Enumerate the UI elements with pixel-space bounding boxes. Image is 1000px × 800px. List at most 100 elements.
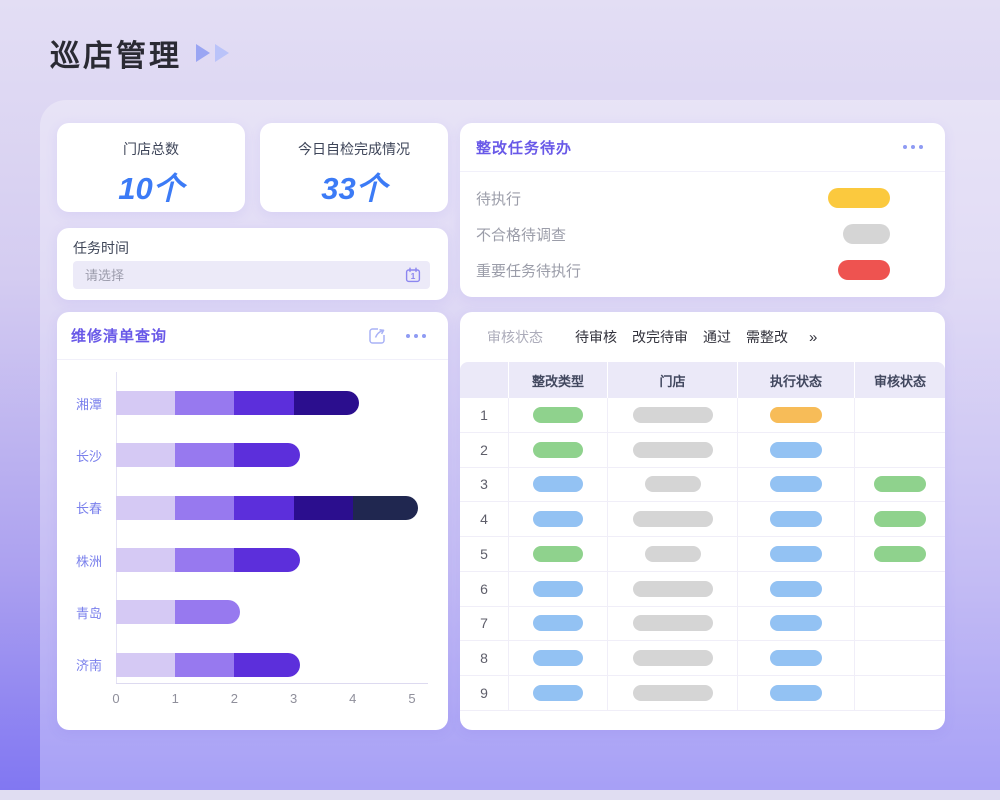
chart-segment [116,600,175,624]
exec-status-pill [770,546,822,562]
chart-bar-row: 长沙 [57,429,448,481]
chart-bar [116,496,418,520]
table-cell [509,398,608,432]
row-number-cell: 8 [460,641,509,675]
review-status-card: 审核状态 待审核改完待审通过需整改 » 整改类型门店执行状态审核状态 12345… [460,312,945,730]
store-pill [633,581,713,597]
table-cell [738,641,855,675]
todo-item-label: 重要任务待执行 [476,260,581,281]
chart-category-label: 济南 [57,655,102,674]
repair-list-title: 维修清单查询 [71,325,167,346]
chart-category-label: 湘潭 [57,394,102,413]
table-row[interactable]: 2 [460,433,945,468]
table-cell [509,572,608,606]
table-cell [738,537,855,571]
type-pill [533,511,583,527]
tab-item[interactable]: 需整改 [746,327,788,347]
table-row[interactable]: 7 [460,607,945,642]
chart-segment [175,443,234,467]
calendar-icon[interactable]: 1 [404,266,422,284]
chart-segment [294,496,353,520]
chart-segment [234,496,293,520]
table-row[interactable]: 8 [460,641,945,676]
table-cell [855,676,945,710]
ellipsis-icon[interactable] [903,145,923,149]
store-pill [633,615,713,631]
table-row[interactable]: 6 [460,572,945,607]
share-icon[interactable] [366,325,388,347]
chart-segment [116,653,175,677]
chart-segment [175,653,234,677]
table-cell [509,607,608,641]
total-stores-card: 门店总数 10个 [57,123,245,212]
rectify-todo-card: 整改任务待办 待执行不合格待调查重要任务待执行 [460,123,945,297]
today-selfcheck-value: 33个 [260,163,448,208]
chart-segment [234,391,293,415]
column-header: 审核状态 [855,362,945,398]
type-pill [533,476,583,492]
page-bottom-strip [0,790,1000,800]
total-stores-value: 10个 [57,163,245,208]
exec-status-pill [770,615,822,631]
table-cell [608,676,738,710]
table-body: 123456789 [460,398,945,711]
table-row[interactable]: 3 [460,468,945,503]
x-tick-label: 2 [231,691,238,706]
review-filter-row: 审核状态 待审核改完待审通过需整改 » [460,312,945,362]
table-cell [608,572,738,606]
review-status-pill [874,476,926,492]
table-row[interactable]: 4 [460,502,945,537]
ellipsis-icon[interactable] [406,334,426,338]
chart-x-axis: 012345 [57,691,448,707]
table-row[interactable]: 1 [460,398,945,433]
exec-status-pill [770,685,822,701]
table-cell [608,398,738,432]
row-number-cell: 7 [460,607,509,641]
x-tick-label: 3 [290,691,297,706]
chart-segment [234,653,299,677]
chevron-more-icon[interactable]: » [809,329,817,346]
chart-bar [116,548,300,572]
repair-list-header: 维修清单查询 [57,312,448,360]
type-pill [533,546,583,562]
row-number-cell: 3 [460,468,509,502]
tab-item[interactable]: 通过 [703,327,731,347]
chart-bar-row: 济南 [57,638,448,690]
store-pill [633,407,713,423]
review-filter-label: 审核状态 [487,327,543,347]
chart-segment [294,391,359,415]
status-pill [828,188,890,208]
row-number-cell: 5 [460,537,509,571]
chart-segment [116,496,175,520]
chart-bar-row: 长春 [57,482,448,534]
page-header: 巡店管理 [50,31,232,75]
tab-item[interactable]: 待审核 [575,327,617,347]
chart-bar [116,391,359,415]
task-time-picker[interactable]: 1 [73,261,430,289]
column-header: 整改类型 [509,362,608,398]
table-cell [855,641,945,675]
x-tick-label: 1 [172,691,179,706]
table-row[interactable]: 5 [460,537,945,572]
table-cell [738,468,855,502]
table-cell [855,433,945,467]
x-tick-label: 4 [349,691,356,706]
table-cell [738,572,855,606]
chart-category-label: 长沙 [57,446,102,465]
svg-text:1: 1 [411,271,416,281]
type-pill [533,442,583,458]
chart-bar-row: 株洲 [57,534,448,586]
tab-item[interactable]: 改完待审 [632,327,688,347]
table-cell [509,676,608,710]
table-row[interactable]: 9 [460,676,945,711]
row-number-cell: 9 [460,676,509,710]
status-pill [843,224,890,244]
exec-status-pill [770,476,822,492]
task-time-input[interactable] [73,268,404,283]
total-stores-label: 门店总数 [57,139,245,159]
store-pill [633,511,713,527]
table-cell [855,607,945,641]
chart-segment [234,548,299,572]
table-cell [608,641,738,675]
today-selfcheck-card: 今日自检完成情况 33个 [260,123,448,212]
